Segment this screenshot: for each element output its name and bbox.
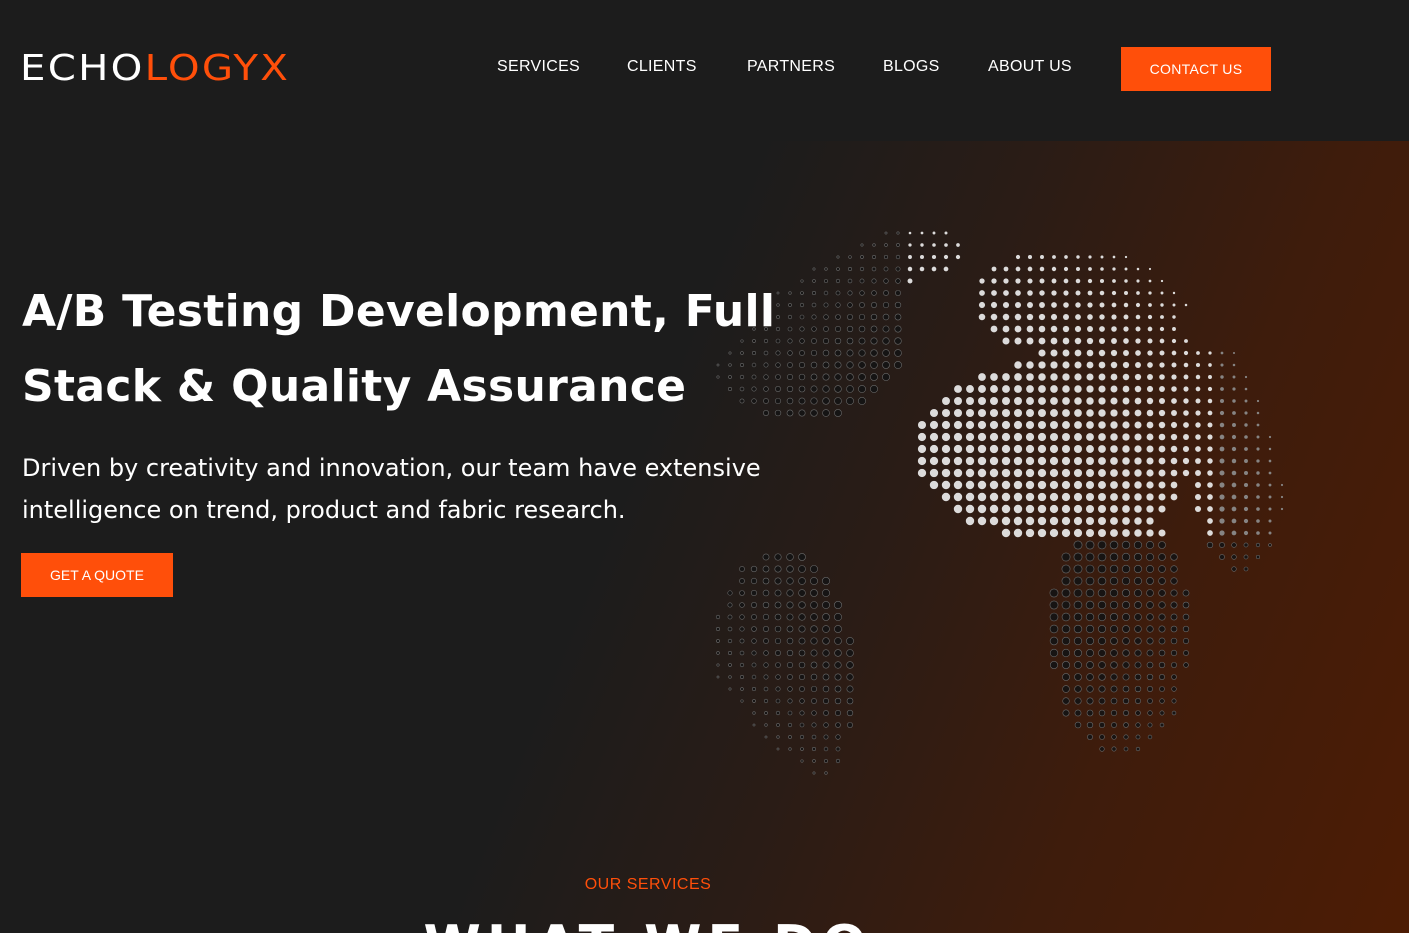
- hero-subtitle: Driven by creativity and innovation, our…: [22, 447, 822, 531]
- site-header: ECHOLOGYX SERVICES CLIENTS PARTNERS BLOG…: [0, 0, 1409, 141]
- logo-text-echo: ECHO: [20, 48, 145, 89]
- hero-title: A/B Testing Development, Full Stack & Qu…: [22, 274, 782, 424]
- hero-subtitle-line-1: Driven by creativity and innovation, our…: [22, 454, 761, 482]
- nav-about-us[interactable]: ABOUT US: [988, 58, 1072, 76]
- nav-clients[interactable]: CLIENTS: [627, 58, 697, 76]
- hero-section: A/B Testing Development, Full Stack & Qu…: [0, 141, 1409, 933]
- services-eyebrow: OUR SERVICES: [584, 876, 712, 893]
- nav-services[interactable]: SERVICES: [497, 58, 580, 76]
- get-a-quote-button[interactable]: GET A QUOTE: [21, 553, 173, 597]
- hero-subtitle-line-2: intelligence on trend, product and fabri…: [22, 496, 626, 524]
- logo[interactable]: ECHOLOGYX: [20, 50, 290, 88]
- hero-title-line-2: Stack & Quality Assurance: [22, 361, 687, 412]
- nav-partners[interactable]: PARTNERS: [747, 58, 835, 76]
- nav-blogs[interactable]: BLOGS: [883, 58, 940, 76]
- contact-us-button[interactable]: CONTACT US: [1121, 47, 1271, 91]
- logo-text-logyx: LOGYX: [144, 48, 291, 89]
- services-heading: WHAT WE DO: [0, 915, 1296, 933]
- hero-title-line-1: A/B Testing Development, Full: [22, 286, 776, 337]
